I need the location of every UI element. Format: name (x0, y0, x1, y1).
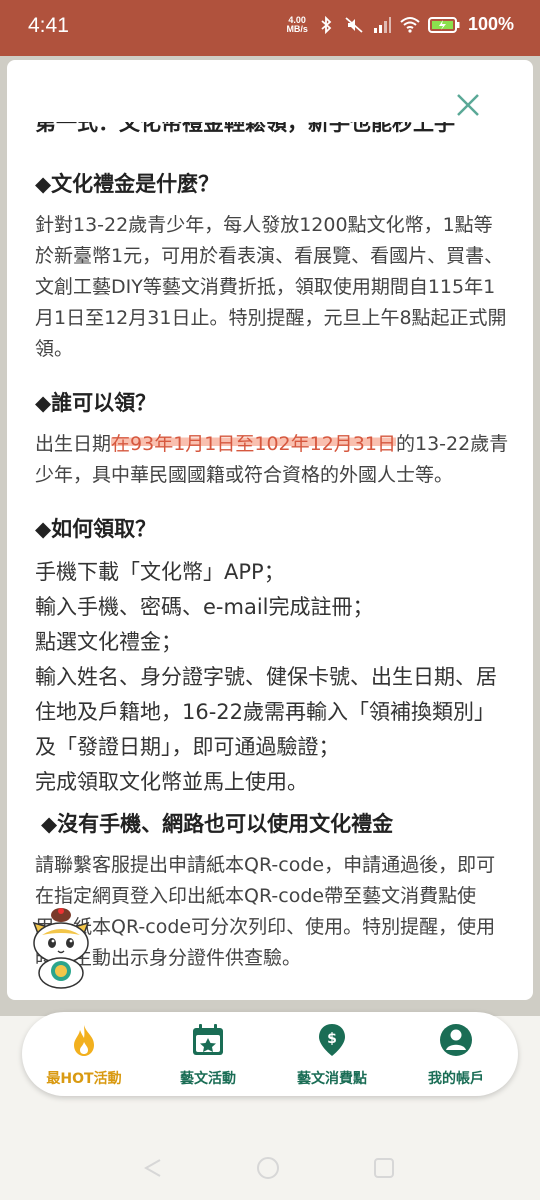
section-title-nophone: ◆沒有手機、網路也可以使用文化禮金 (41, 812, 394, 836)
mute-icon (345, 16, 363, 33)
user-icon (440, 1024, 472, 1056)
step-1: 手機下載「文化幣」APP； (35, 560, 285, 584)
recents-icon[interactable] (372, 1156, 396, 1180)
step-2: 輸入手機、密碼、e-mail完成註冊； (35, 595, 374, 619)
svg-text:$: $ (327, 1031, 337, 1047)
status-time: 4:41 (28, 14, 69, 37)
flame-icon (74, 1025, 94, 1056)
section-title-how: ◆如何領取？ (35, 517, 157, 541)
net-speed: 4.00 MB/s (286, 14, 308, 34)
tab-arts-events[interactable]: 藝文活動 (146, 1012, 270, 1096)
calendar-icon (193, 1024, 223, 1055)
battery-percent: 100% (467, 14, 514, 34)
location-dollar-icon: $ (319, 1024, 345, 1056)
info-modal: 第一式：文化幣禮金輕鬆領，新手也能秒上手 ◆文化禮金是什麼？ 針對13-22歲青… (7, 60, 533, 1000)
section-body-what: 針對13-22歲青少年，每人發放1200點文化幣，1點等於新臺幣1元，可用於看表… (35, 214, 507, 360)
section-heading-cut: 第一式：文化幣禮金輕鬆領，新手也能秒上手 (35, 122, 455, 135)
back-icon[interactable] (140, 1156, 164, 1180)
step-4: 輸入姓名、身分證字號、健保卡號、出生日期、居住地及戶籍地，16-22歲需再輸入「… (35, 665, 497, 759)
signal-icon (373, 16, 391, 33)
wifi-icon (400, 16, 420, 33)
tab-my-account[interactable]: 我的帳戶 (394, 1012, 518, 1096)
status-icons: 4.00 MB/s 100% (286, 14, 514, 35)
section-steps-how: 手機下載「文化幣」APP； 輸入手機、密碼、e-mail完成註冊； 點選文化禮金… (35, 555, 511, 800)
home-icon[interactable] (256, 1156, 280, 1180)
step-5: 完成領取文化幣並馬上使用。 (35, 770, 308, 794)
section-body-who: 出生日期在93年1月1日至102年12月31日的13-22歲青少年，具中華民國國… (35, 433, 509, 486)
tab-hot-events[interactable]: 最HOT活動 (22, 1012, 146, 1096)
close-icon[interactable] (451, 88, 485, 122)
status-bar: 4:41 4.00 MB/s 100% (0, 0, 540, 56)
section-title-what: ◆文化禮金是什麼？ (35, 172, 220, 196)
section-title-who: ◆誰可以領？ (35, 391, 157, 415)
mascot-cat-icon[interactable] (28, 905, 94, 989)
bottom-tab-bar: 最HOT活動 藝文活動 $ 藝文消費點 我的帳戶 (22, 1012, 518, 1096)
highlighted-dates: 在93年1月1日至102年12月31日 (111, 433, 396, 455)
battery-icon (427, 16, 460, 33)
tab-venues[interactable]: $ 藝文消費點 (270, 1012, 394, 1096)
modal-content: 第一式：文化幣禮金輕鬆領，新手也能秒上手 ◆文化禮金是什麼？ 針對13-22歲青… (35, 122, 511, 974)
step-3: 點選文化禮金； (35, 630, 182, 654)
bluetooth-icon (321, 15, 332, 34)
section-body-nophone: 請聯繫客服提出申請紙本QR-code，申請通過後，即可在指定網頁登入印出紙本QR… (35, 854, 496, 969)
system-nav-bar (0, 1130, 540, 1200)
